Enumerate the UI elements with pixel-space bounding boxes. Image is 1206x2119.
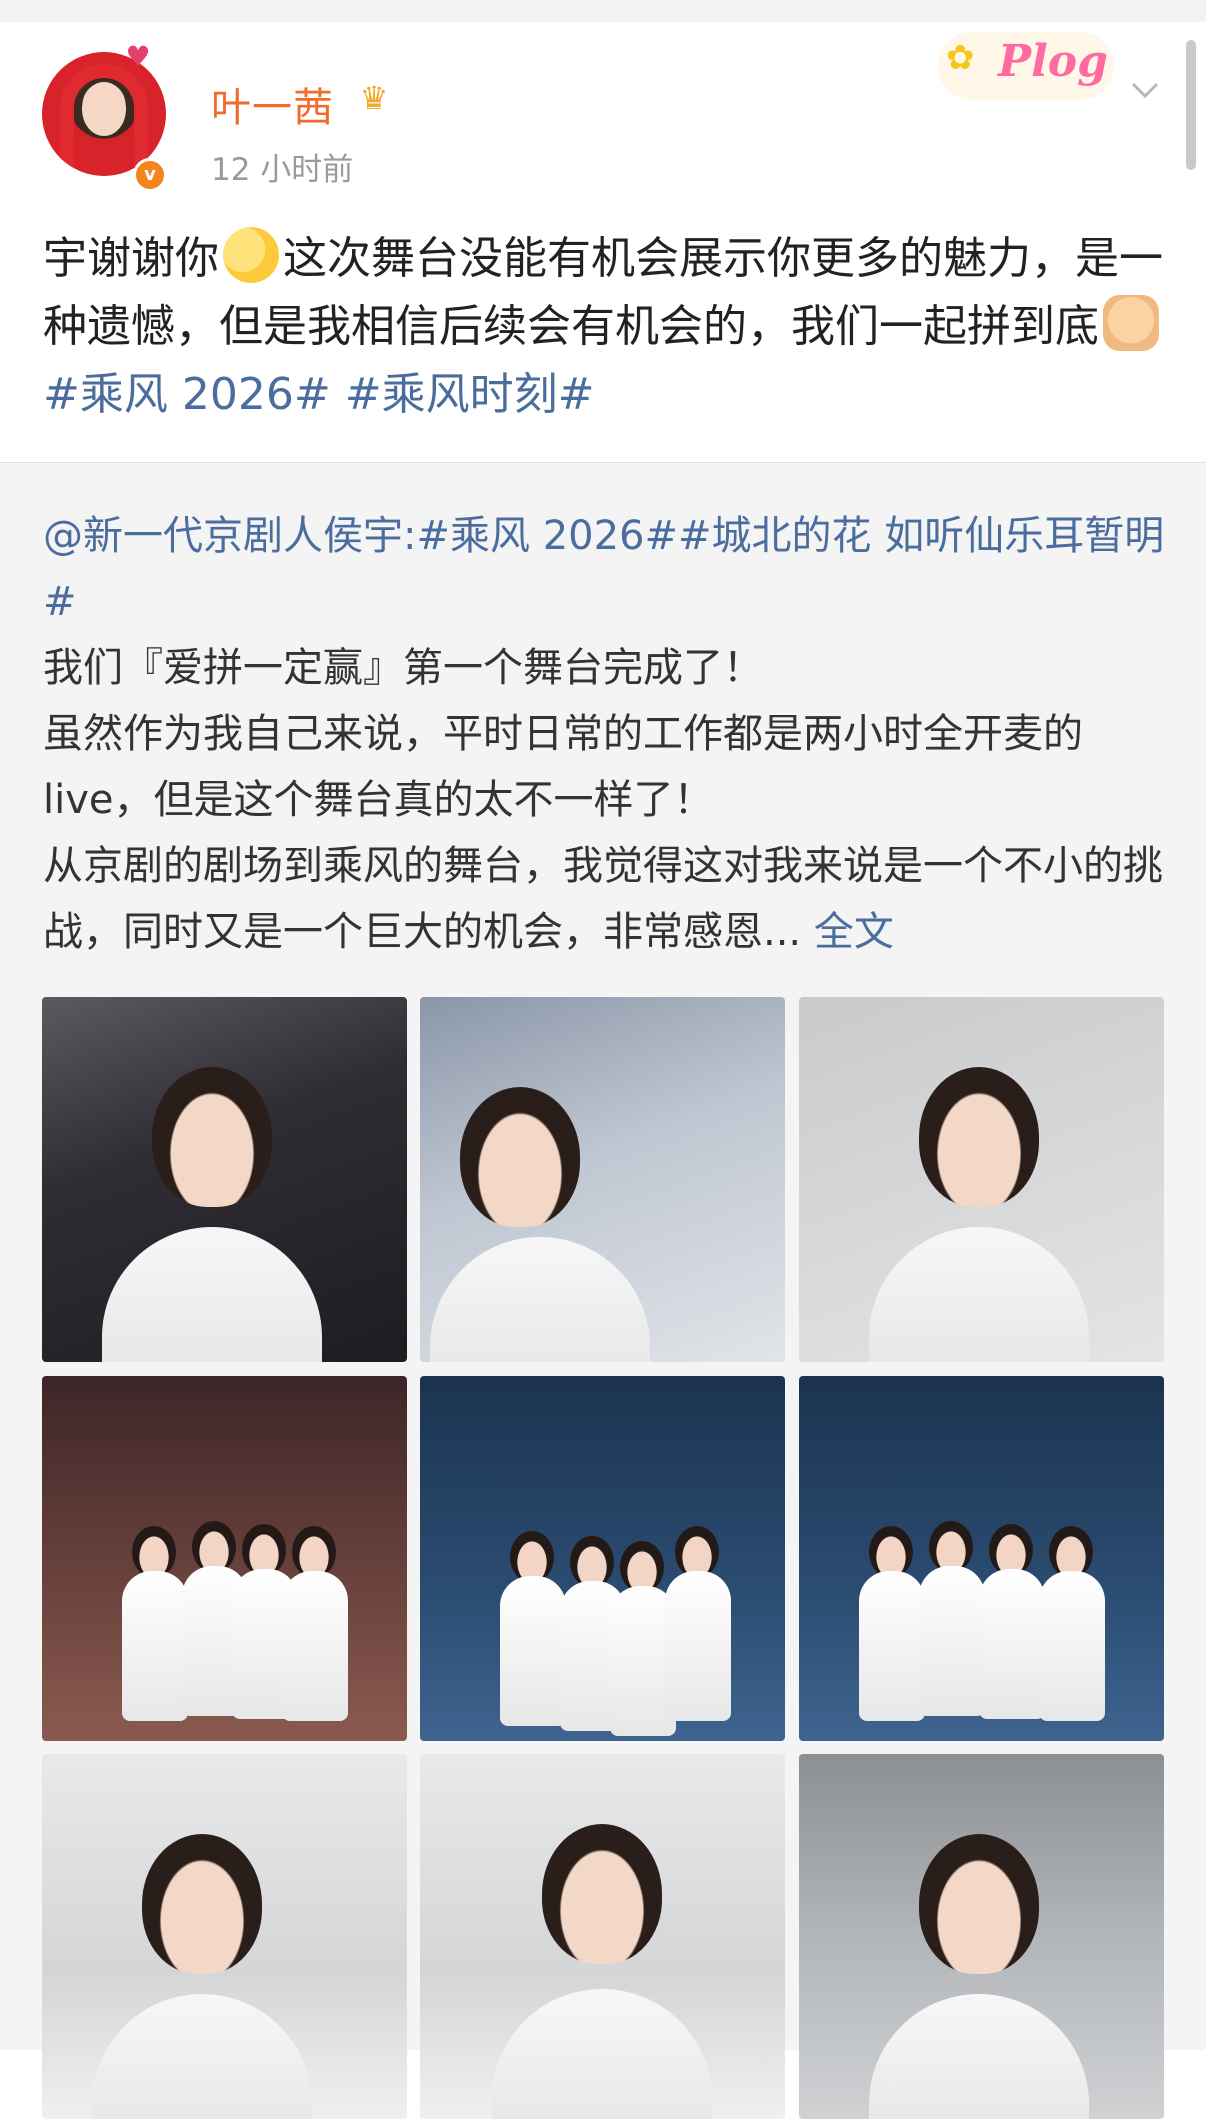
username[interactable]: 叶一茜 (211, 75, 334, 133)
plog-sticker: ✿ Plog (938, 32, 1114, 100)
chevron-down-icon[interactable] (1127, 72, 1163, 108)
flower-icon: ✿ (946, 38, 975, 78)
post-timestamp: 12 小时前 (211, 152, 354, 188)
repost-line: 虽然作为我自己来说，平时日常的工作都是两小时全开麦的 live，但是这个舞台真的… (43, 711, 1083, 823)
photo-grid (42, 997, 1164, 2119)
full-text-link[interactable]: 全文 (814, 909, 894, 955)
avatar-decoration-icon: ♥ (125, 40, 151, 73)
crown-icon[interactable]: ♛ (353, 80, 395, 116)
photo-group-four-red-stage[interactable] (42, 1376, 407, 1741)
photo-portrait-stage-lights[interactable] (42, 997, 407, 1362)
hashtag-link[interactable]: #乘风时刻# (345, 369, 595, 420)
photo-portrait-corridor-3[interactable] (799, 1754, 1164, 2119)
photo-backstage-smiling[interactable] (420, 997, 785, 1362)
blush-emoji-icon (223, 227, 279, 283)
repost-text: @新一代京剧人侯宇:#乘风 2026##城北的花 如听仙乐耳暂明# 我们『爱拼一… (43, 503, 1173, 965)
repost-line: 我们『爱拼一定赢』第一个舞台完成了！ (43, 645, 763, 691)
scrollbar[interactable] (1186, 40, 1196, 170)
photo-portrait-corridor-1[interactable] (42, 1754, 407, 2119)
photo-group-four-blue-stage[interactable] (799, 1376, 1164, 1741)
repost-line: 从京剧的剧场到乘风的舞台，我觉得这对我来说是一个不小的挑战，同时又是一个巨大的机… (43, 843, 1163, 955)
photo-portrait-grey-wall[interactable] (799, 997, 1164, 1362)
photo-group-heart-pose[interactable] (420, 1376, 785, 1741)
verified-badge-icon: v (133, 158, 167, 192)
status-strip (0, 0, 1206, 22)
plog-text: Plog (998, 36, 1108, 87)
repost-card[interactable]: @新一代京剧人侯宇:#乘风 2026##城北的花 如听仙乐耳暂明# 我们『爱拼一… (0, 462, 1206, 2119)
post-text: 宇谢谢你 这次舞台没能有机会展示你更多的魅力，是一种遗憾，但是我相信后续会有机会的… (43, 225, 1173, 429)
fist-emoji-icon (1103, 295, 1159, 351)
repost-mention[interactable]: @新一代京剧人侯宇:#乘风 2026##城北的花 如听仙乐耳暂明# (43, 503, 1173, 635)
photo-portrait-corridor-2[interactable] (420, 1754, 785, 2119)
hashtag-link[interactable]: #乘风 2026# (43, 369, 331, 420)
post-text-part1: 宇谢谢你 (43, 233, 219, 284)
